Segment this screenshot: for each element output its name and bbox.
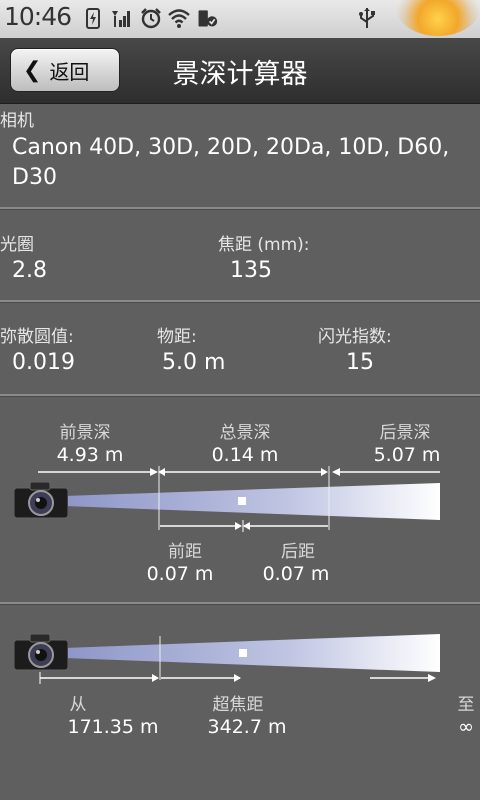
notification-glow bbox=[396, 0, 480, 36]
aperture-label: 光圈 bbox=[0, 235, 34, 255]
camera-label: 相机 bbox=[0, 111, 34, 131]
divider bbox=[0, 394, 480, 397]
far-dof-value: 5.07 m bbox=[373, 444, 441, 466]
back-label: 后距 bbox=[281, 542, 315, 562]
page-title: 景深计算器 bbox=[172, 59, 308, 90]
back-value: 0.07 m bbox=[262, 563, 330, 585]
hyperfocal-beam-graphic bbox=[39, 634, 440, 684]
battery-charging-icon bbox=[86, 8, 100, 29]
camera-value-line2: D30 bbox=[12, 165, 57, 190]
divider bbox=[0, 207, 480, 210]
near-dof-value: 4.93 m bbox=[56, 444, 124, 466]
camera-icon bbox=[14, 481, 68, 519]
divider bbox=[0, 602, 480, 605]
near-dof-label: 前景深 bbox=[59, 423, 111, 443]
dof-beam-graphic bbox=[38, 466, 440, 532]
camera-icon bbox=[14, 633, 68, 671]
coc-value: 0.019 bbox=[12, 350, 75, 375]
from-label: 从 bbox=[69, 695, 87, 715]
total-dof-value: 0.14 m bbox=[211, 444, 279, 466]
focal-length-label: 焦距 (mm): bbox=[218, 235, 310, 255]
distance-value: 5.0 m bbox=[162, 350, 226, 375]
to-value: ∞ bbox=[458, 716, 474, 738]
coc-label: 弥散圆值: bbox=[0, 327, 74, 347]
far-dof-label: 后景深 bbox=[379, 423, 431, 443]
title-bar: ❮ 返回 景深计算器 bbox=[0, 38, 480, 104]
from-value: 171.35 m bbox=[67, 716, 159, 738]
guide-number-value: 15 bbox=[346, 350, 374, 375]
hyperfocal-label: 超焦距 bbox=[212, 695, 264, 715]
to-label: 至 bbox=[457, 695, 475, 715]
divider bbox=[0, 300, 480, 303]
usb-icon bbox=[359, 8, 375, 28]
distance-label: 物距: bbox=[157, 327, 197, 347]
clock: 10:46 bbox=[4, 2, 72, 31]
guide-number-label: 闪光指数: bbox=[318, 327, 392, 347]
front-label: 前距 bbox=[168, 542, 202, 562]
hyperfocal-value: 342.7 m bbox=[207, 716, 287, 738]
aperture-value: 2.8 bbox=[12, 258, 47, 283]
focal-length-value: 135 bbox=[230, 258, 272, 283]
status-bar: 10:46 bbox=[0, 0, 480, 38]
front-value: 0.07 m bbox=[146, 563, 214, 585]
wifi-icon bbox=[168, 9, 190, 28]
alarm-icon bbox=[141, 8, 161, 29]
total-dof-label: 总景深 bbox=[219, 423, 271, 443]
signal-icon bbox=[112, 11, 130, 27]
camera-value-line1: Canon 40D, 30D, 20D, 20Da, 10D, D60, bbox=[12, 135, 450, 160]
storage-check-icon bbox=[198, 10, 218, 27]
